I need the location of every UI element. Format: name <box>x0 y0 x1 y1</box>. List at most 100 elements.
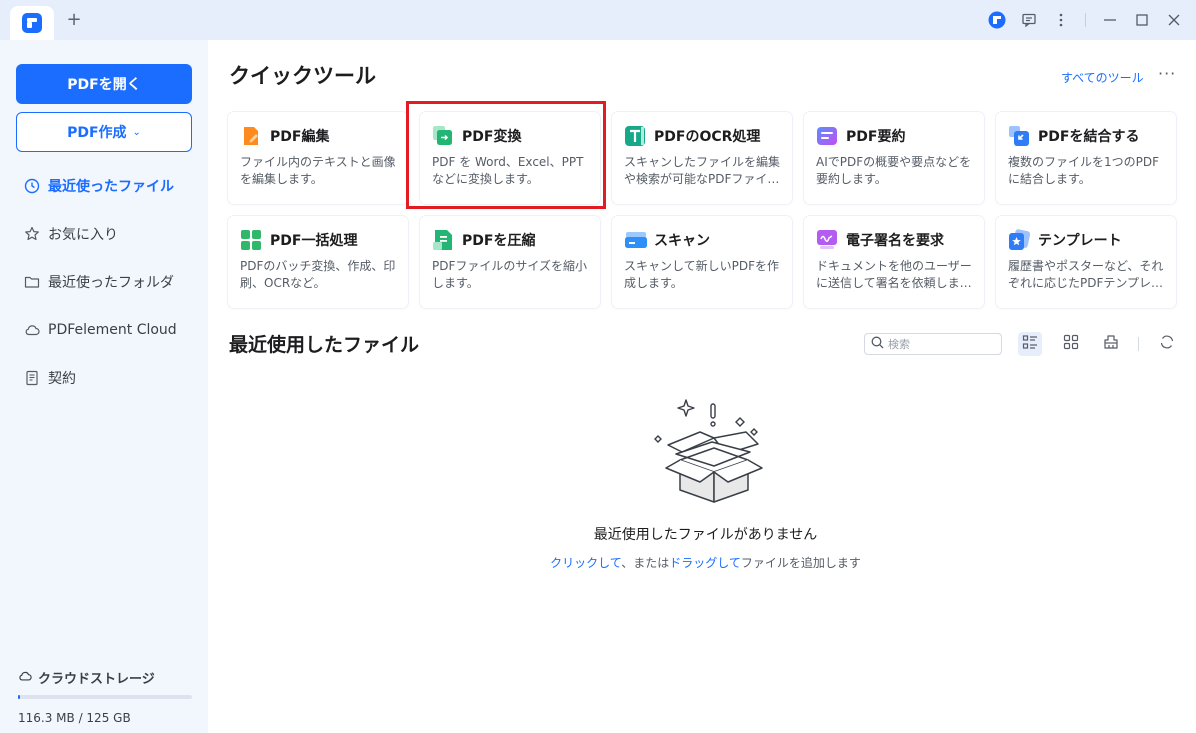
tool-name: PDFを結合する <box>1038 129 1140 145</box>
tool-description: PDF を Word、Excel、PPTなどに変換します。 <box>432 155 584 186</box>
more-vertical-icon[interactable] <box>1045 0 1077 40</box>
ocr-icon <box>624 125 646 147</box>
storage-progress-bar <box>18 695 192 699</box>
tool-pdf-ocr[interactable]: PDFのOCR処理 スキャンしたファイルを編集や検索が可能なPDFファイ… <box>612 112 792 204</box>
cloud-storage: クラウドストレージ 116.3 MB / 125 GB <box>18 668 192 725</box>
storage-title: クラウドストレージ <box>38 672 155 687</box>
chevron-down-icon: ⌄ <box>132 126 141 138</box>
folder-icon <box>24 274 40 290</box>
scanner-icon <box>624 229 647 251</box>
hint-text-end: ファイルを追加します <box>740 556 861 570</box>
tool-description: ファイル内のテキストと画像を編集します。 <box>240 155 396 186</box>
cloud-icon <box>24 322 40 338</box>
maximize-icon[interactable] <box>1126 0 1158 40</box>
create-pdf-label: PDF作成 <box>67 125 127 141</box>
tool-description: PDFファイルのサイズを縮小します。 <box>432 259 588 290</box>
tool-pdf-summary[interactable]: PDF要約 AIでPDFの概要や要点などを要約します。 <box>804 112 984 204</box>
create-pdf-button[interactable]: PDF作成 ⌄ <box>16 112 192 152</box>
click-to-add-link[interactable]: クリックして <box>550 556 621 570</box>
quick-tools-title: クイックツール <box>229 64 376 88</box>
app-badge-icon[interactable] <box>981 0 1013 40</box>
broom-icon <box>1103 334 1119 354</box>
tool-description: スキャンしたファイルを編集や検索が可能なPDFファイ… <box>624 155 781 186</box>
tool-name: スキャン <box>654 233 710 249</box>
sidebar-item-recent-files[interactable]: 最近使ったファイル <box>0 162 208 210</box>
tool-pdf-compress[interactable]: PDFを圧縮 PDFファイルのサイズを縮小します。 <box>420 216 600 308</box>
empty-box-illustration <box>653 399 763 503</box>
cloud-icon <box>18 669 32 687</box>
refresh-button[interactable] <box>1155 332 1179 356</box>
refresh-icon <box>1159 334 1175 354</box>
tool-name: 電子署名を要求 <box>846 233 944 249</box>
tool-name: PDFを圧縮 <box>462 233 536 249</box>
signature-icon <box>816 229 838 251</box>
titlebar-divider <box>1085 13 1086 27</box>
storage-header[interactable]: クラウドストレージ <box>18 668 192 687</box>
tool-description: AIでPDFの概要や要点などを要約します。 <box>816 155 972 186</box>
open-pdf-button[interactable]: PDFを開く <box>16 64 192 104</box>
home-tab[interactable] <box>10 6 54 40</box>
tool-name: テンプレート <box>1038 233 1122 249</box>
close-icon[interactable] <box>1158 0 1190 40</box>
merge-icon <box>1008 125 1030 147</box>
clear-history-button[interactable] <box>1099 332 1123 356</box>
tool-templates[interactable]: テンプレート 履歴書やポスターなど、それぞれに応じたPDFテンプレ… <box>996 216 1176 308</box>
tool-name: PDFのOCR処理 <box>654 129 761 145</box>
search-input[interactable] <box>888 337 988 351</box>
tool-name: PDF一括処理 <box>270 233 358 249</box>
tool-description: ドキュメントを他のユーザーに送信して署名を依頼しま… <box>816 259 972 290</box>
tool-scan[interactable]: スキャン スキャンして新しいPDFを作成します。 <box>612 216 792 308</box>
sidebar-item-recent-folders[interactable]: 最近使ったフォルダ <box>0 258 208 306</box>
storage-progress-fill <box>18 695 21 699</box>
more-options-icon[interactable]: ··· <box>1158 64 1176 83</box>
sidebar-nav: 最近使ったファイル お気に入り 最近使ったフォルダ PDFelement Clo… <box>0 162 208 402</box>
empty-state: 最近使用したファイルがありません クリックして、またはドラッグしてファイルを追加… <box>528 392 883 571</box>
storage-usage: 116.3 MB / 125 GB <box>18 711 131 725</box>
empty-state-title: 最近使用したファイルがありません <box>593 527 818 543</box>
all-tools-link[interactable]: すべてのツール <box>1061 69 1144 86</box>
tool-request-signature[interactable]: 電子署名を要求 ドキュメントを他のユーザーに送信して署名を依頼しま… <box>804 216 984 308</box>
minimize-icon[interactable] <box>1094 0 1126 40</box>
new-tab-button[interactable]: + <box>64 10 84 30</box>
toolbar-divider <box>1138 337 1139 351</box>
grid-view-icon <box>1063 334 1079 354</box>
main-content: クイックツール すべてのツール ··· PDF編集 ファイル内のテキストと画像を… <box>208 40 1196 733</box>
tool-pdf-batch[interactable]: PDF一括処理 PDFのバッチ変換、作成、印刷、OCRなど。 <box>228 216 408 308</box>
drag-to-add-link[interactable]: ドラッグして <box>669 556 741 570</box>
sidebar-item-label: 最近使ったファイル <box>48 179 174 195</box>
search-box[interactable] <box>864 333 1002 355</box>
tool-description: 複数のファイルを1つのPDFに結合します。 <box>1008 155 1160 186</box>
grid-view-button[interactable] <box>1059 332 1083 356</box>
tool-description: スキャンして新しいPDFを作成します。 <box>624 259 780 290</box>
tool-name: PDF編集 <box>270 129 330 145</box>
empty-state-hint: クリックして、またはドラッグしてファイルを追加します <box>528 554 883 571</box>
list-view-button[interactable] <box>1018 332 1042 356</box>
tool-description: 履歴書やポスターなど、それぞれに応じたPDFテンプレ… <box>1008 259 1164 290</box>
tool-pdf-convert[interactable]: PDF変換 PDF を Word、Excel、PPTなどに変換します。 <box>420 112 600 204</box>
clock-icon <box>24 178 40 194</box>
sidebar-item-favorites[interactable]: お気に入り <box>0 210 208 258</box>
summary-icon <box>816 125 838 147</box>
sidebar-item-cloud[interactable]: PDFelement Cloud <box>0 306 208 354</box>
sidebar-item-label: お気に入り <box>48 227 118 243</box>
sidebar-item-contract[interactable]: 契約 <box>0 354 208 402</box>
comment-icon[interactable] <box>1013 0 1045 40</box>
tool-pdf-merge[interactable]: PDFを結合する 複数のファイルを1つのPDFに結合します。 <box>996 112 1176 204</box>
pdfelement-logo-icon <box>22 13 42 33</box>
edit-icon <box>240 125 262 147</box>
recent-files-title: 最近使用したファイル <box>229 334 420 356</box>
template-icon <box>1008 229 1031 251</box>
sidebar: PDFを開く PDF作成 ⌄ 最近使ったファイル お気に入り 最近使ったフォルダ <box>0 40 208 733</box>
sidebar-item-label: 契約 <box>48 371 76 387</box>
tool-pdf-edit[interactable]: PDF編集 ファイル内のテキストと画像を編集します。 <box>228 112 408 204</box>
star-icon <box>24 226 40 242</box>
title-bar: + <box>0 0 1196 40</box>
hint-text-mid: 、または <box>621 556 670 570</box>
batch-icon <box>240 229 262 251</box>
search-icon <box>871 336 884 352</box>
tool-description: PDFのバッチ変換、作成、印刷、OCRなど。 <box>240 259 396 290</box>
convert-icon <box>432 125 454 147</box>
contract-icon <box>24 370 40 386</box>
sidebar-item-label: PDFelement Cloud <box>48 322 177 338</box>
tool-name: PDF変換 <box>462 129 522 145</box>
